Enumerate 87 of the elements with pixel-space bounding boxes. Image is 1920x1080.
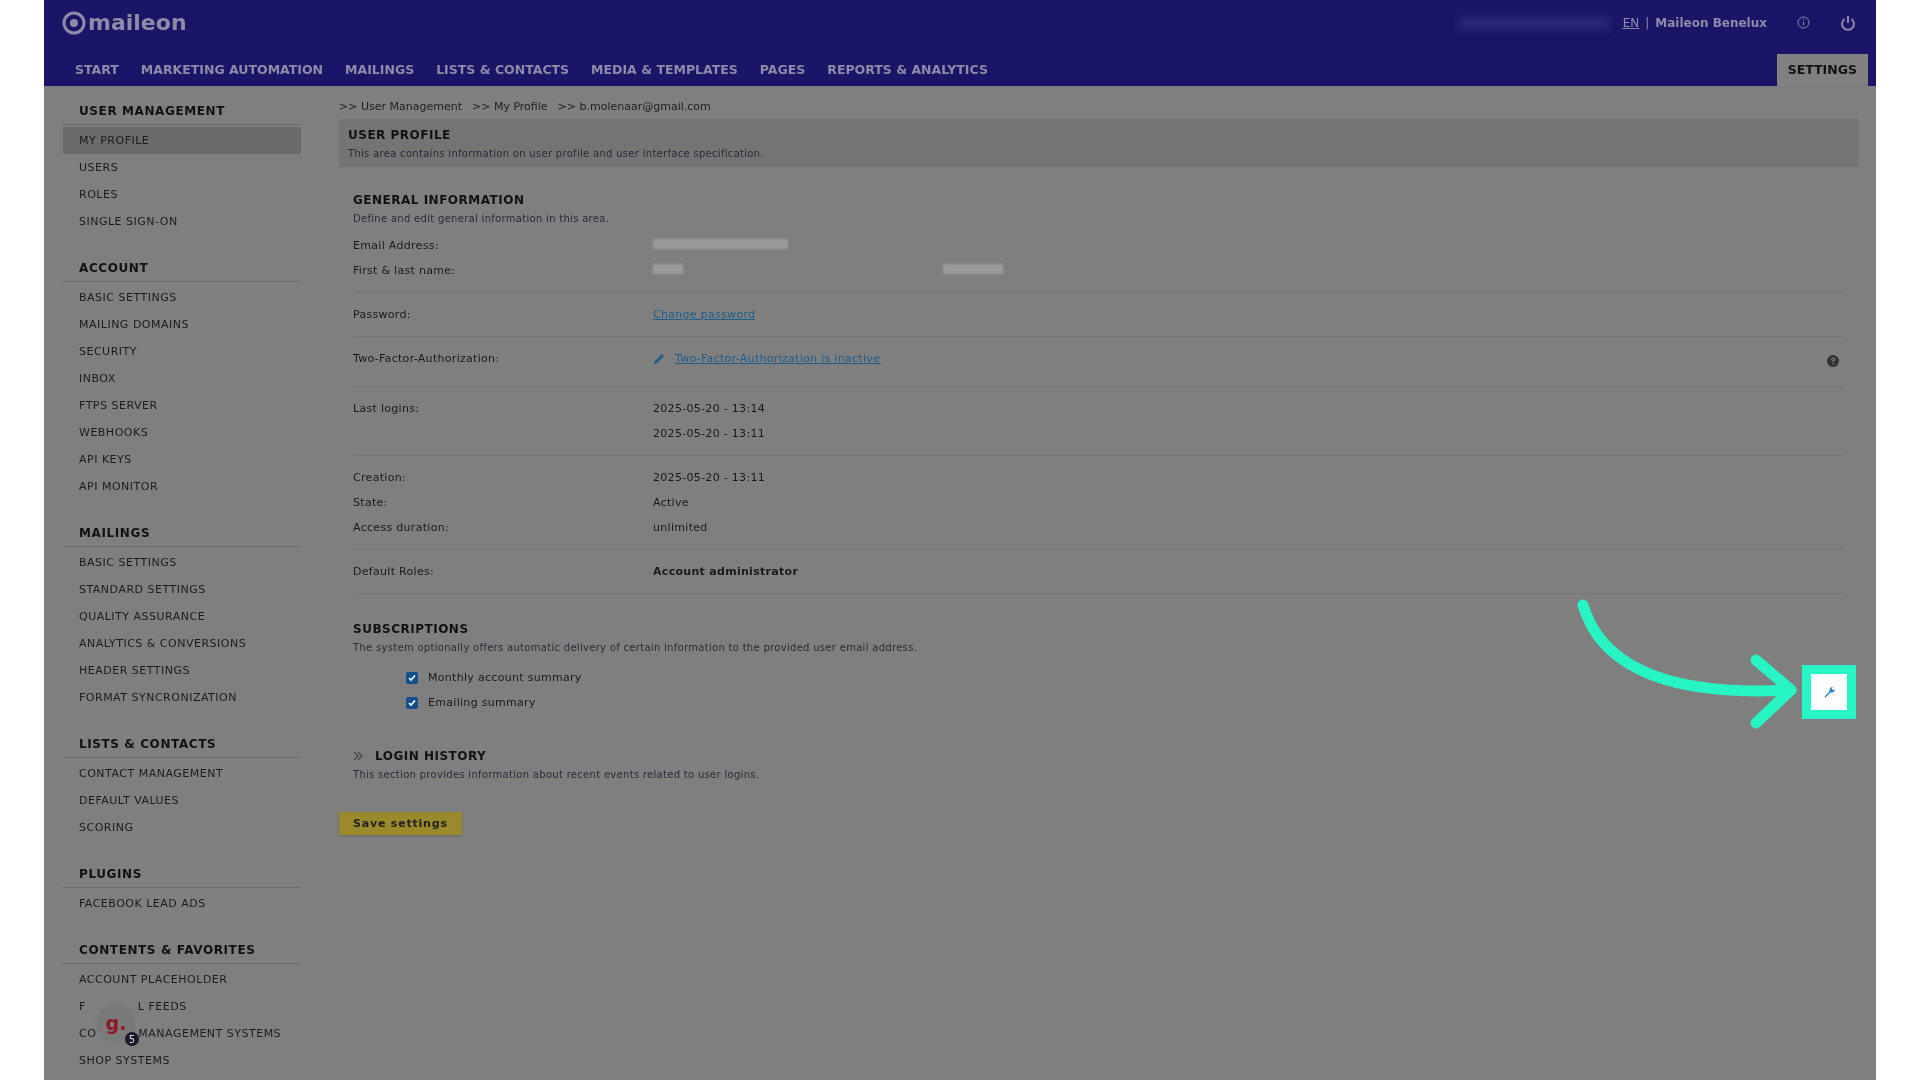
nav-tab[interactable]: MAILINGS [334, 54, 426, 86]
sidebar-item[interactable]: API MONITOR [63, 473, 301, 500]
field-value: unlimited [653, 521, 708, 534]
sidebar-section-title: ACCOUNT [63, 261, 301, 282]
sidebar-item[interactable]: WEBHOOKS [63, 419, 301, 446]
sidebar-item[interactable]: F [79, 1000, 86, 1013]
redacted-value [653, 264, 683, 274]
field-label: Two-Factor-Authorization: [353, 352, 501, 365]
checkmark-icon [407, 697, 417, 708]
field-label: Last logins: [353, 402, 421, 415]
sidebar-section-title: USER MANAGEMENT [63, 104, 301, 125]
field-value: 2025-05-20 - 13:11 [653, 471, 765, 484]
sidebar-item[interactable]: ANALYTICS & CONVERSIONS [63, 630, 301, 657]
info-icon[interactable] [1797, 16, 1810, 29]
section-title: SUBSCRIPTIONS [353, 622, 470, 636]
field-value: Active [653, 496, 689, 509]
power-icon[interactable] [1840, 14, 1856, 31]
sidebar-item[interactable]: STANDARD SETTINGS [63, 576, 301, 603]
checkbox-label: Emailing summary [428, 696, 536, 709]
sidebar-item[interactable]: FACEBOOK LEAD ADS [63, 890, 301, 917]
field-value: Account administrator [653, 565, 799, 578]
sidebar-item[interactable]: BASIC SETTINGS [63, 549, 301, 576]
sidebar-item[interactable]: FTPS SERVER [63, 392, 301, 419]
sidebar-item[interactable]: SECURITY [63, 338, 301, 365]
field-label: First & last name: [353, 264, 457, 277]
sidebar-section-title: LISTS & CONTACTS [63, 737, 301, 758]
separator-text: | [1645, 15, 1650, 30]
redacted-value [943, 264, 1003, 274]
sidebar-item[interactable]: DEFAULT VALUES [63, 787, 301, 814]
sidebar-item[interactable]: SINGLE SIGN-ON [63, 208, 301, 235]
sidebar-item[interactable]: API KEYS [63, 446, 301, 473]
sidebar-item[interactable]: MY PROFILE [63, 127, 301, 154]
login-history-toggle[interactable]: LOGIN HISTORY [353, 749, 1845, 763]
pencil-icon[interactable] [653, 352, 666, 365]
nav-tab[interactable]: REPORTS & ANALYTICS [816, 54, 999, 86]
nav-tab[interactable]: MEDIA & TEMPLATES [580, 54, 749, 86]
save-settings-button[interactable]: Save settings [339, 812, 462, 835]
breadcrumb-link[interactable]: >> My Profile [471, 100, 548, 113]
wrench-icon [1822, 685, 1836, 699]
checkbox[interactable] [406, 671, 418, 684]
nav-tab[interactable]: LISTS & CONTACTS [425, 54, 581, 86]
section-title: GENERAL INFORMATION [353, 193, 526, 207]
sidebar-item[interactable]: SCORING [63, 814, 301, 841]
nav-tab[interactable]: MARKETING AUTOMATION [129, 54, 335, 86]
checkmark-icon [407, 672, 417, 683]
sidebar-item[interactable]: MAILING DOMAINS [63, 311, 301, 338]
sidebar-item[interactable]: INBOX [63, 365, 301, 392]
sidebar-item[interactable]: BASIC SETTINGS [63, 284, 301, 311]
page-description: This area contains information on user profile and user interface specification. [348, 148, 765, 159]
section-description: The system optionally offers automatic delivery of certain information to the provided user email address. [353, 642, 919, 653]
sidebar-item[interactable]: QUALITY ASSURANCE [63, 603, 301, 630]
checkbox-label: Monthly account summary [428, 671, 582, 684]
notification-badge: 5 [125, 1032, 139, 1046]
sidebar-section-title: CONTENTS & FAVORITES [63, 943, 301, 964]
sidebar-item[interactable]: ROLES [63, 181, 301, 208]
language-link[interactable]: EN [1622, 15, 1640, 30]
nav-tab[interactable]: START [64, 54, 130, 86]
nav-tab[interactable]: SETTINGS [1776, 54, 1868, 86]
field-label: Access duration: [353, 521, 450, 534]
checkbox[interactable] [406, 696, 418, 709]
sidebar-section-title: MAILINGS [63, 526, 301, 547]
field-label: Password: [353, 308, 412, 321]
sidebar-item[interactable]: FORMAT SYNCRONIZATION [63, 684, 301, 711]
nav-tab[interactable]: PAGES [748, 54, 817, 86]
breadcrumb-link[interactable]: >> User Management [339, 100, 462, 113]
sidebar-item[interactable]: CO [79, 1027, 97, 1040]
field-label: Creation: [353, 471, 407, 484]
field-label: State: [353, 496, 389, 509]
sidebar-item[interactable]: CONTACT MANAGEMENT [63, 760, 301, 787]
sidebar-item[interactable]: SHOP SYSTEMS [63, 1047, 301, 1074]
account-name: Maileon Benelux [1655, 15, 1767, 30]
field-label: Email Address: [353, 239, 440, 252]
sidebar-item[interactable]: ACCOUNT PLACEHOLDER [63, 966, 301, 993]
help-icon[interactable] [1827, 355, 1839, 367]
field-label: Default Roles: [353, 565, 436, 578]
sidebar-item[interactable]: HEADER SETTINGS [63, 657, 301, 684]
page-title: USER PROFILE [348, 128, 452, 142]
sidebar-item[interactable]: MANAGEMENT SYSTEMS [138, 1027, 282, 1040]
sidebar-section-title: PLUGINS [63, 867, 301, 888]
section-description: This section provides information about recent events related to user logins. [353, 769, 761, 780]
sidebar-item[interactable]: L FEEDS [137, 1000, 187, 1013]
field-value: 2025-05-20 - 13:14 [653, 402, 765, 415]
field-value: 2025-05-20 - 13:11 [653, 427, 765, 440]
section-description: Define and edit general information in this area. [353, 213, 611, 224]
sidebar-item[interactable]: USERS [63, 154, 301, 181]
maileon-logo[interactable]: maileon [62, 10, 187, 35]
breadcrumb-link[interactable]: >> b.molenaar@gmail.com [557, 100, 711, 113]
